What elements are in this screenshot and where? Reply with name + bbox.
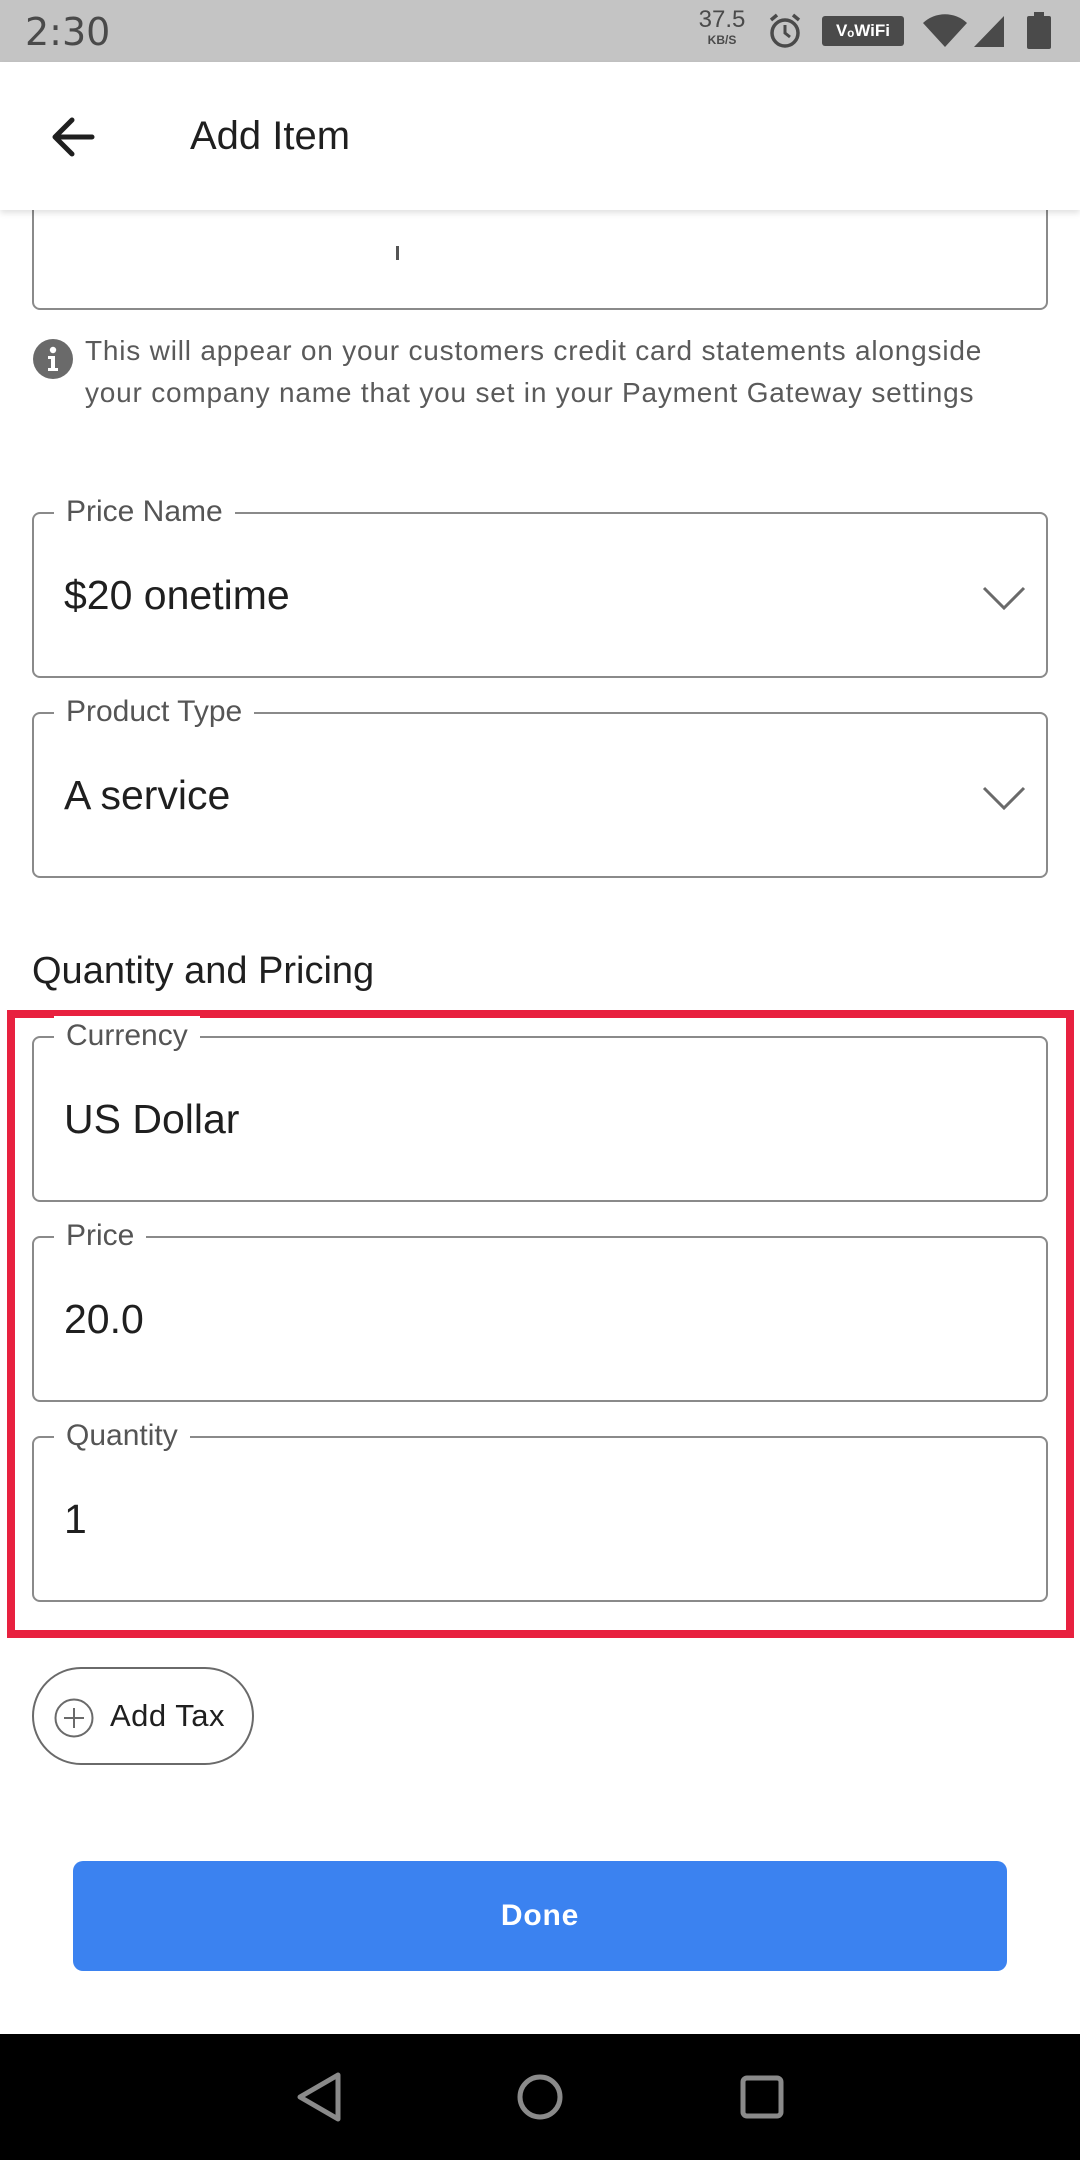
alarm-icon	[769, 13, 801, 48]
product-type-dropdown[interactable]: Product Type A service	[32, 692, 1048, 878]
battery-icon	[1027, 12, 1051, 49]
done-button[interactable]: Done	[73, 1861, 1007, 1971]
form-content[interactable]: This will appear on your customers credi…	[0, 210, 1080, 2034]
back-arrow-icon[interactable]	[40, 102, 110, 172]
status-time: 2:30	[25, 10, 111, 54]
cell-signal-icon	[974, 16, 1004, 47]
currency-field[interactable]: Currency US Dollar	[32, 1016, 1048, 1202]
volte-wifi-badge: VₒWiFi	[822, 16, 904, 46]
statement-descriptor-field[interactable]	[32, 210, 1048, 310]
product-type-value: A service	[64, 772, 231, 818]
price-name-value: $20 onetime	[64, 572, 290, 618]
status-bar: 2:30 37.5 KB/S VₒWiFi	[0, 0, 1080, 62]
chevron-down-icon[interactable]	[982, 584, 1026, 612]
quantity-label: Quantity	[54, 1416, 190, 1456]
product-type-label: Product Type	[54, 692, 255, 732]
app-bar: Add Item	[0, 62, 1080, 210]
home-circle-icon[interactable]	[505, 2062, 575, 2132]
system-nav-bar	[0, 2034, 1080, 2160]
price-value: 20.0	[64, 1296, 144, 1342]
text-cursor	[396, 246, 399, 260]
section-title-quantity-pricing: Quantity and Pricing	[32, 950, 375, 992]
chevron-down-icon[interactable]	[982, 784, 1026, 812]
price-label: Price	[54, 1216, 147, 1256]
quantity-field[interactable]: Quantity 1	[32, 1416, 1048, 1602]
network-speed: 37.5 KB/S	[694, 6, 750, 47]
wifi-signal-icon	[923, 14, 967, 48]
currency-value: US Dollar	[64, 1096, 240, 1142]
back-triangle-icon[interactable]	[284, 2062, 354, 2132]
info-text: This will appear on your customers credi…	[85, 335, 983, 408]
add-circle-icon	[54, 1698, 94, 1738]
price-name-dropdown[interactable]: Price Name $20 onetime	[32, 492, 1048, 678]
page-title: Add Item	[190, 114, 351, 158]
add-tax-label: Add Tax	[110, 1698, 225, 1733]
quantity-value: 1	[64, 1496, 87, 1542]
network-speed-unit: KB/S	[707, 33, 737, 47]
price-field[interactable]: Price 20.0	[32, 1216, 1048, 1402]
info-icon	[33, 339, 73, 379]
currency-label: Currency	[54, 1016, 200, 1056]
price-name-label: Price Name	[54, 492, 235, 532]
network-speed-value: 37.5	[698, 6, 746, 33]
recents-square-icon[interactable]	[727, 2062, 797, 2132]
add-tax-button[interactable]: Add Tax	[32, 1667, 254, 1765]
